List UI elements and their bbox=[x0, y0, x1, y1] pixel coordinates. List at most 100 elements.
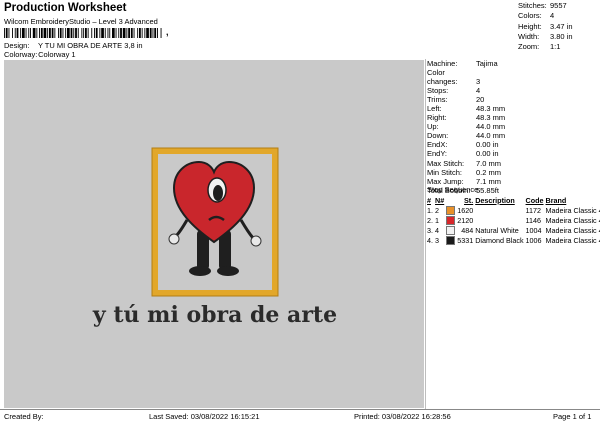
software-subtitle: Wilcom EmbroideryStudio – Level 3 Advanc… bbox=[4, 17, 158, 26]
thread-code: 1006 bbox=[525, 235, 542, 245]
stat-value: 3.80 in bbox=[550, 31, 573, 41]
color-swatch bbox=[446, 205, 457, 215]
info-label: Down: bbox=[427, 131, 449, 141]
stat-value: 4 bbox=[550, 11, 555, 21]
left-foot bbox=[189, 266, 211, 276]
thread-brand: Madeira Classic 40 bbox=[545, 205, 600, 215]
stat-row: Colors: 4 bbox=[518, 11, 573, 21]
design-caption: y tú mi obra de arte bbox=[92, 302, 337, 328]
thread-color-swatch bbox=[446, 235, 456, 245]
info-label: Left: bbox=[427, 104, 442, 114]
stop-row: 4. 3 5331 Diamond Black 1006 Madeira Classic … bbox=[427, 235, 600, 245]
design-value: Y TU MI OBRA DE ARTE 3,8 in bbox=[37, 41, 143, 50]
stop-row: 2.1 2120 1146Madeira Classic 40 bbox=[427, 215, 600, 225]
info-value: 0.2 mm bbox=[476, 167, 502, 177]
stat-row: Stitches: 9557 bbox=[518, 1, 573, 11]
info-label: EndX: bbox=[427, 140, 448, 150]
info-label: Machine: bbox=[427, 59, 458, 68]
right-foot bbox=[217, 266, 239, 276]
thread-code: 1172 bbox=[525, 205, 542, 215]
machine-info-row: Color changes: 3 bbox=[427, 68, 505, 86]
col-header bbox=[446, 195, 457, 205]
col-header: Description bbox=[475, 195, 515, 205]
machine-info-row: Stops: 4 bbox=[427, 86, 505, 95]
stitch-count: 2120 bbox=[457, 215, 474, 225]
stat-row: Width: 3.80 in bbox=[518, 32, 573, 42]
machine-info-row: Down: 44.0 mm bbox=[427, 131, 505, 140]
pupil bbox=[213, 185, 223, 201]
stop-table-header: # N# St. Description Code Brand bbox=[427, 195, 600, 205]
col-header: # bbox=[427, 195, 431, 205]
stitch-count: 1620 bbox=[457, 205, 474, 215]
stat-label: Stitches: bbox=[518, 1, 547, 10]
col-header: Code bbox=[525, 195, 544, 205]
info-value: Tajima bbox=[476, 59, 498, 68]
embroidery-design: y tú mi obra de arte bbox=[92, 147, 337, 328]
machine-info-row: Up: 44.0 mm bbox=[427, 122, 505, 131]
info-label: Up: bbox=[427, 122, 439, 132]
stop-sequence-table: # N# St. Description Code Brand 1. 2 1620 1… bbox=[427, 195, 600, 245]
stop-row: 1.2 1620 1172Madeira Classic 40 bbox=[427, 205, 600, 215]
stat-row: Zoom: 1:1 bbox=[518, 42, 573, 52]
stat-value: 9557 bbox=[550, 1, 567, 10]
color-swatch bbox=[446, 225, 457, 235]
info-value: 48.3 mm bbox=[476, 104, 506, 114]
stop-sequence-title: Stop Sequence: bbox=[427, 185, 481, 194]
info-label: Trims: bbox=[427, 95, 448, 105]
needle-number: 1 bbox=[435, 215, 439, 225]
machine-info-row: Machine: Tajima bbox=[427, 59, 505, 68]
design-label: Design: bbox=[4, 41, 30, 50]
color-swatch bbox=[446, 215, 457, 225]
stitch-count: 5331 bbox=[457, 235, 474, 245]
thread-code: 1004 bbox=[525, 225, 542, 235]
stat-label: Height: bbox=[518, 21, 542, 31]
thread-brand: Madeira Classic 40 bbox=[545, 225, 600, 235]
thread-description: Natural White bbox=[475, 225, 519, 235]
info-value: 0.00 in bbox=[476, 149, 499, 159]
stitch-count: 484 bbox=[461, 225, 474, 235]
last-saved: Last Saved: 03/08/2022 16:15:21 bbox=[149, 412, 260, 421]
info-label: Color changes: bbox=[427, 68, 458, 87]
thread-brand: Madeira Classic 40 bbox=[545, 215, 600, 225]
info-value: 3 bbox=[476, 77, 481, 87]
stats-panel: Stitches: 9557 Colors: 4 Height: 3.47 in Wi… bbox=[518, 1, 573, 52]
stat-value: 3.47 in bbox=[550, 21, 573, 31]
machine-info-row: Left: 48.3 mm bbox=[427, 104, 505, 113]
info-value: 48.3 mm bbox=[476, 113, 506, 123]
colorway-row: Colorway: Colorway 1 bbox=[4, 50, 76, 59]
left-glove bbox=[168, 233, 180, 245]
thread-color-swatch bbox=[446, 215, 456, 225]
machine-info: Machine: Tajima Color changes: 3 Stops: 4 Trim… bbox=[427, 59, 505, 195]
barcode bbox=[4, 28, 162, 38]
thread-brand: Madeira Classic 40 bbox=[545, 235, 600, 245]
stat-label: Width: bbox=[518, 31, 540, 41]
stop-number: 1. bbox=[427, 205, 433, 215]
thread-code: 1146 bbox=[525, 215, 542, 225]
info-label: Max Stitch: bbox=[427, 158, 465, 168]
machine-info-row: Min Stitch: 0.2 mm bbox=[427, 168, 505, 177]
stop-number: 3. bbox=[427, 225, 433, 235]
col-header: St. bbox=[464, 195, 474, 205]
info-value: 20 bbox=[476, 95, 485, 105]
colorway-label: Colorway: bbox=[4, 50, 38, 59]
color-swatch bbox=[446, 235, 457, 245]
design-row: Design: Y TU MI OBRA DE ARTE 3,8 in bbox=[4, 41, 143, 50]
machine-info-row: EndY: 0.00 in bbox=[427, 149, 505, 158]
design-preview: y tú mi obra de arte bbox=[4, 60, 424, 408]
info-value: 44.0 mm bbox=[476, 131, 506, 141]
info-label: Right: bbox=[427, 113, 447, 123]
needle-number: 3 bbox=[435, 235, 439, 245]
printed-date: Printed: 03/08/2022 16:28:56 bbox=[354, 412, 451, 421]
stat-row: Height: 3.47 in bbox=[518, 22, 573, 32]
machine-info-row: EndX: 0.00 in bbox=[427, 140, 505, 149]
stop-row: 3.4 484Natural White 1004Madeira Classic 4… bbox=[427, 225, 600, 235]
info-value: 0.00 in bbox=[476, 140, 499, 150]
thread-description: Diamond Black bbox=[475, 235, 524, 245]
barcode-suffix: , bbox=[166, 27, 169, 37]
col-header: N# bbox=[435, 195, 445, 205]
info-value: 4 bbox=[476, 86, 481, 96]
needle-number: 2 bbox=[435, 205, 439, 215]
thread-color-swatch bbox=[446, 205, 456, 215]
thread-description bbox=[475, 205, 525, 215]
stop-number: 2. bbox=[427, 215, 433, 225]
